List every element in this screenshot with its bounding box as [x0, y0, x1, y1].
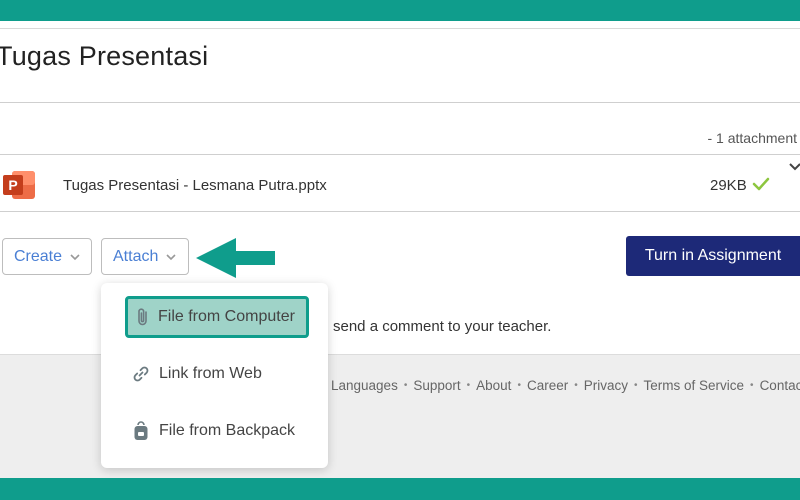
footer-separator: • [466, 380, 471, 391]
menu-item-label: File from Backpack [159, 422, 296, 439]
backpack-icon [134, 421, 148, 440]
pointer-arrow-icon [196, 238, 275, 278]
turn-in-assignment-button[interactable]: Turn in Assignment [626, 236, 800, 276]
paperclip-icon [138, 308, 147, 326]
footer-separator: • [574, 380, 578, 391]
footer-separator: • [403, 380, 408, 391]
attachment-file-name[interactable]: Tugas Presentasi - Lesmana Putra.pptx [63, 177, 327, 194]
footer-link-career[interactable]: Career [527, 378, 568, 393]
footer-link-contact[interactable]: Contact [760, 378, 800, 393]
attach-button[interactable]: Attach [101, 238, 189, 275]
chevron-down-icon [70, 253, 80, 260]
footer-link-support[interactable]: Support [413, 378, 460, 393]
footer-separator: • [750, 380, 754, 391]
create-button[interactable]: Create [2, 238, 92, 275]
title-divider [0, 102, 800, 103]
footer-links: Languages • Support • About • Career • P… [331, 378, 800, 393]
powerpoint-file-icon: P [3, 171, 35, 199]
chevron-down-icon[interactable] [788, 161, 800, 173]
footer-separator: • [634, 380, 638, 391]
bottom-teal-bar [0, 478, 800, 500]
footer-link-terms[interactable]: Terms of Service [644, 378, 745, 393]
attach-button-label: Attach [113, 247, 159, 265]
link-icon [133, 366, 149, 382]
menu-item-file-from-backpack[interactable]: File from Backpack [101, 411, 328, 451]
attachment-file-size: 29KB [710, 177, 747, 194]
attach-dropdown-menu: File from Computer Link from Web File fr… [101, 283, 328, 468]
footer-link-languages[interactable]: Languages [331, 378, 398, 393]
attachment-row[interactable]: P Tugas Presentasi - Lesmana Putra.pptx … [0, 154, 800, 212]
menu-item-file-from-computer[interactable]: File from Computer [125, 296, 309, 338]
svg-text:P: P [8, 177, 17, 193]
top-teal-bar [0, 0, 800, 21]
comment-prompt[interactable]: send a comment to your teacher. [333, 318, 551, 335]
footer-link-privacy[interactable]: Privacy [584, 378, 628, 393]
footer-separator: • [517, 380, 521, 391]
assignment-title: Tugas Presentasi [0, 41, 209, 71]
menu-item-label: File from Computer [158, 308, 295, 325]
create-button-label: Create [14, 247, 63, 265]
chevron-down-icon [166, 253, 176, 260]
attachment-count: - 1 attachment [707, 130, 798, 146]
menu-item-link-from-web[interactable]: Link from Web [101, 354, 328, 394]
check-icon [752, 177, 770, 191]
menu-item-label: Link from Web [159, 365, 262, 382]
footer-link-about[interactable]: About [476, 378, 511, 393]
